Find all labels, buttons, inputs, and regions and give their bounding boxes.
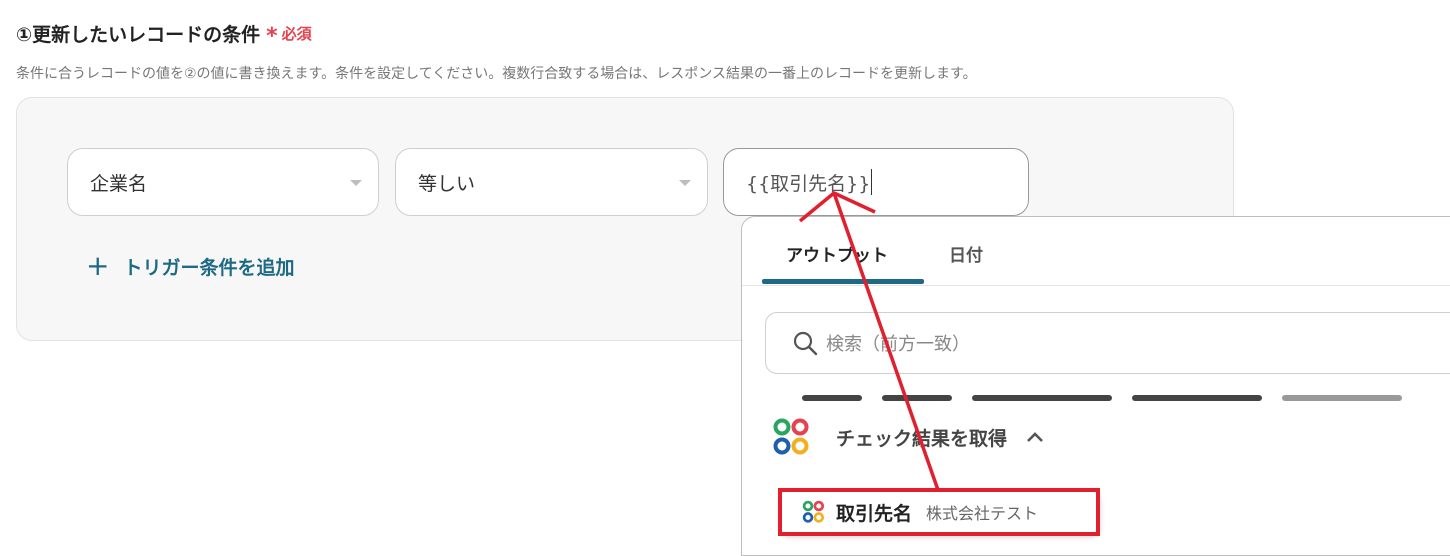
- condition-value-text: {{取引先名}}: [746, 172, 871, 195]
- chevron-down-icon: [350, 180, 362, 186]
- add-trigger-condition-button[interactable]: + トリガー条件を追加: [86, 252, 294, 280]
- text-cursor: [871, 169, 873, 195]
- app-logo-icon: [802, 500, 825, 523]
- picker-search-input[interactable]: 検索（前方一致）: [765, 312, 1450, 374]
- chevron-up-icon: [1027, 432, 1043, 442]
- output-item-customer-name[interactable]: 取引先名 株式会社テスト: [780, 489, 1100, 535]
- add-trigger-label: トリガー条件を追加: [123, 256, 295, 279]
- search-icon: [793, 331, 818, 356]
- required-label: 必須: [281, 25, 312, 43]
- output-picker-dropdown: アウトプット 日付 検索（前方一致） チェック結果を取得 取引先名 株式会社テス…: [741, 216, 1450, 556]
- active-tab-indicator: [762, 279, 924, 284]
- group-label: チェック結果を取得: [836, 427, 1008, 450]
- output-item-name: 取引先名: [836, 502, 913, 525]
- operator-select[interactable]: 等しい: [395, 148, 708, 216]
- search-placeholder: 検索（前方一致）: [826, 334, 970, 355]
- section-title: ①更新したいレコードの条件 * 必須: [16, 18, 312, 49]
- operator-select-value: 等しい: [418, 172, 476, 195]
- field-select[interactable]: 企業名: [67, 148, 379, 216]
- required-star: *: [266, 24, 278, 49]
- condition-value-input[interactable]: {{取引先名}}: [723, 148, 1029, 216]
- section-title-text: ①更新したいレコードの条件: [16, 24, 261, 46]
- tab-output[interactable]: アウトプット: [786, 241, 888, 266]
- output-item-value: 株式会社テスト: [926, 504, 1039, 523]
- tab-date[interactable]: 日付: [949, 241, 983, 266]
- picker-tabs: アウトプット 日付: [742, 217, 1450, 286]
- chevron-down-icon: [679, 180, 691, 186]
- clipped-row: [802, 393, 1402, 401]
- group-header-check-result[interactable]: チェック結果を取得: [772, 417, 1045, 457]
- plus-icon: +: [86, 249, 110, 282]
- app-logo-icon: [773, 418, 809, 455]
- section-description: 条件に合うレコードの値を②の値に書き換えます。条件を設定してください。複数行合致…: [16, 66, 977, 82]
- field-select-value: 企業名: [90, 172, 148, 195]
